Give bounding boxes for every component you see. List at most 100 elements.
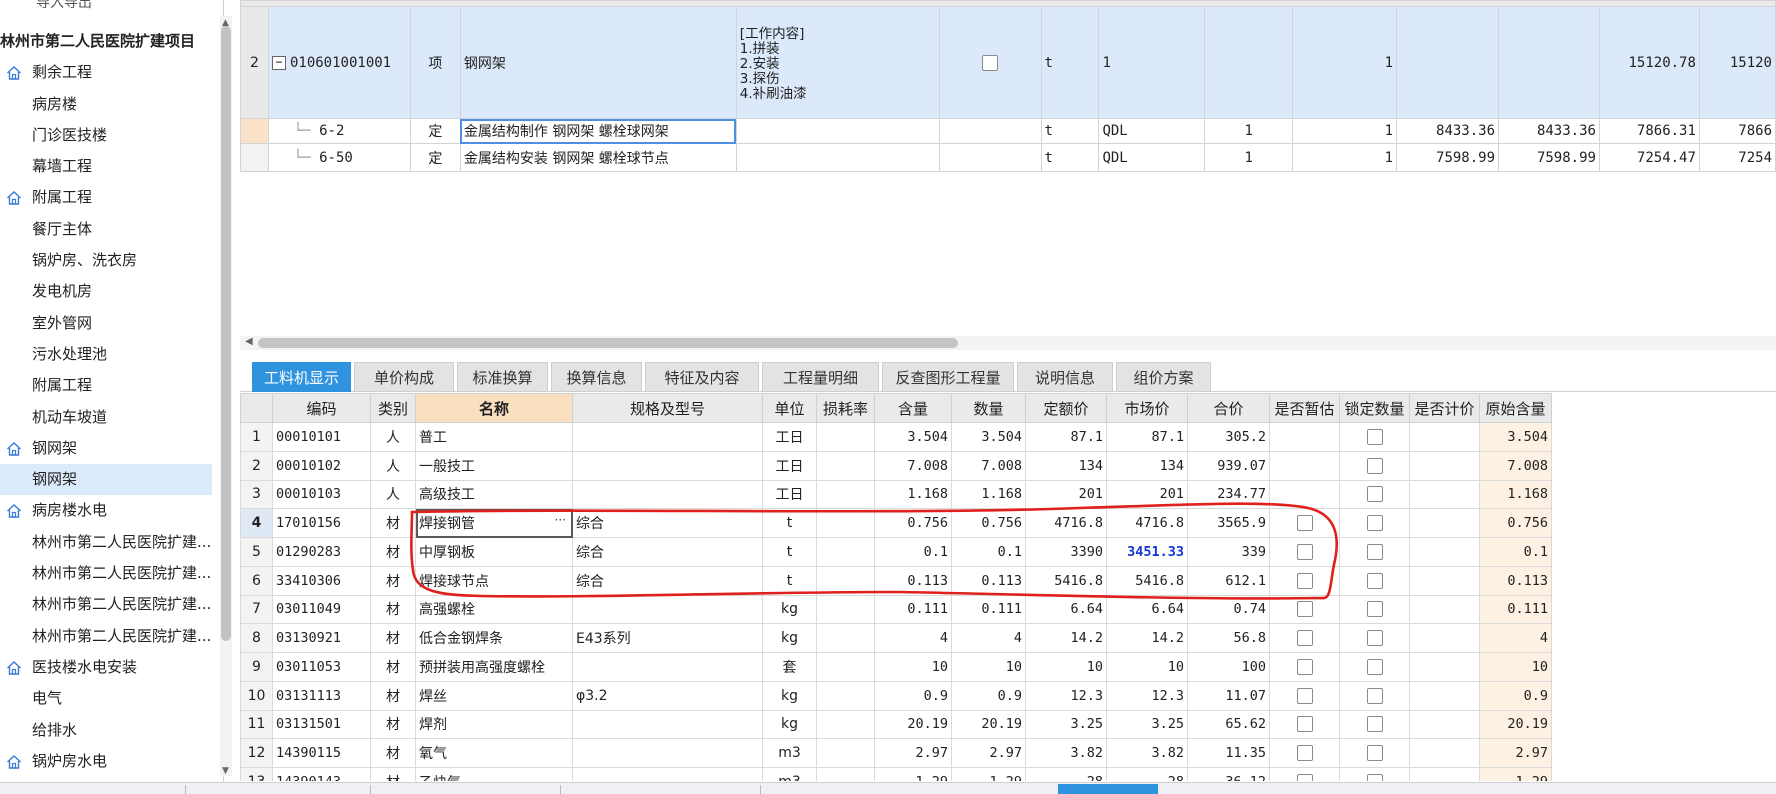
unit-cell[interactable]: 工日 [762, 450, 817, 481]
code-cell[interactable]: 17010156 [272, 508, 371, 538]
qty-cell[interactable]: 10 [951, 652, 1026, 682]
total-cell[interactable]: 939.07 [1187, 450, 1270, 481]
scrollbar-thumb[interactable] [258, 338, 958, 348]
total-cell[interactable]: 11.35 [1187, 738, 1270, 768]
column-header[interactable] [240, 393, 273, 423]
market-cell[interactable]: 3.82 [1106, 738, 1188, 768]
code-cell[interactable]: └─ 6-50 [267, 143, 411, 172]
name-cell[interactable]: 中厚钢板 [415, 537, 573, 567]
checkbox[interactable] [1366, 515, 1383, 532]
lock-checkbox-cell[interactable] [1339, 680, 1410, 711]
checkbox[interactable] [1296, 601, 1313, 618]
code-cell[interactable]: 14390143 [272, 767, 371, 781]
column-header[interactable]: 市场价 [1106, 393, 1188, 423]
estimate-checkbox-cell[interactable] [1269, 479, 1340, 510]
content-cell[interactable]: 4 [874, 623, 952, 653]
qty-cell[interactable]: 7.008 [951, 450, 1026, 481]
checkbox[interactable] [1366, 543, 1383, 560]
type-cell[interactable]: 定 [409, 143, 461, 172]
quota-cell[interactable]: 4716.8 [1025, 508, 1107, 538]
checkbox[interactable] [1366, 486, 1383, 503]
name-cell[interactable]: 氧气 [415, 738, 573, 768]
column-header[interactable]: 损耗率 [816, 393, 875, 423]
import-export-label[interactable]: 导入导出 [36, 0, 92, 12]
column-header[interactable]: 含量 [874, 393, 952, 423]
tree-item[interactable]: 林州市第二人民医院扩建... [0, 527, 212, 558]
scroll-down-icon[interactable]: ▼ [222, 766, 229, 776]
qty-expr-cell[interactable]: 1 [1098, 6, 1206, 119]
code-cell[interactable]: 03130921 [272, 623, 371, 653]
tab-7[interactable]: 说明信息 [1017, 362, 1113, 392]
content-cell[interactable]: 10 [874, 652, 952, 682]
loss-cell[interactable] [816, 508, 875, 538]
content-cell[interactable]: 2.97 [874, 738, 952, 768]
priced-cell[interactable] [1409, 422, 1480, 452]
checkbox[interactable] [1366, 457, 1383, 474]
checkbox[interactable] [1366, 630, 1383, 647]
work-content-cell[interactable] [735, 143, 940, 172]
content-cell[interactable]: 0.111 [874, 594, 952, 625]
tree-item[interactable]: 室外管网 [0, 308, 212, 339]
checkbox[interactable] [1296, 543, 1313, 560]
priced-cell[interactable] [1409, 680, 1480, 711]
tree-item[interactable]: 电气 [0, 683, 212, 714]
priced-cell[interactable] [1409, 738, 1480, 768]
name-cell[interactable]: 低合金钢焊条 [415, 623, 573, 653]
content-cell[interactable]: 0.756 [874, 508, 952, 538]
priced-cell[interactable] [1409, 594, 1480, 625]
column-header[interactable]: 定额价 [1025, 393, 1107, 423]
cat-cell[interactable]: 人 [370, 479, 416, 510]
checkbox[interactable] [1296, 658, 1313, 675]
code-cell[interactable]: 01290283 [272, 537, 371, 567]
orig-cell[interactable]: 0.1 [1479, 537, 1552, 567]
orig-cell[interactable]: 1.168 [1479, 479, 1552, 510]
orig-cell[interactable]: 0.111 [1479, 594, 1552, 625]
tree-item[interactable]: 餐厅主体 [0, 214, 212, 245]
unit-cell[interactable]: t [1040, 118, 1100, 144]
cat-cell[interactable]: 材 [370, 537, 416, 567]
table-row[interactable]: 11 03131501 材焊剂 kg 20.19 20.19 3.25 3.25 65.62 20… [240, 709, 1552, 740]
unit-cell[interactable]: 工日 [762, 479, 817, 510]
horizontal-scrollbar[interactable]: ◀ [240, 336, 1776, 350]
orig-cell[interactable]: 4 [1479, 623, 1552, 653]
quota-cell[interactable]: 10 [1025, 652, 1107, 682]
table-row[interactable]: └─ 6-50 定 金属结构安装 钢网架 螺栓球节点 t QDL 1 1 759… [240, 143, 1776, 172]
name-cell[interactable]: 高强螺栓 [415, 594, 573, 625]
unit-cell[interactable]: 套 [762, 652, 817, 682]
cat-cell[interactable]: 材 [370, 594, 416, 625]
unit-cell[interactable]: t [762, 537, 817, 567]
table-row[interactable]: 12 14390115 材氧气 m3 2.97 2.97 3.82 3.82 11.35 2.97 [240, 738, 1552, 768]
column-header[interactable]: 单位 [762, 393, 817, 423]
cat-cell[interactable]: 材 [370, 508, 416, 538]
name-cell[interactable]: 预拼装用高强度螺栓 [415, 652, 573, 682]
unit-cell[interactable]: kg [762, 623, 817, 653]
priced-cell[interactable] [1409, 537, 1480, 567]
lock-checkbox-cell[interactable] [1339, 565, 1410, 596]
quota-cell[interactable]: 28 [1025, 767, 1107, 781]
content-cell[interactable]: 7.008 [874, 450, 952, 481]
column-header[interactable]: 合价 [1187, 393, 1270, 423]
loss-cell[interactable] [816, 709, 875, 740]
table-row[interactable]: 1 00010101 人普工 工日 3.504 3.504 87.1 87.1 305.2 3.5… [240, 422, 1552, 452]
spec-cell[interactable] [572, 709, 763, 740]
qty-expr-cell[interactable]: QDL [1098, 143, 1206, 172]
estimate-checkbox-cell[interactable] [1269, 623, 1340, 653]
value-cell[interactable]: 8433.36 [1396, 118, 1500, 144]
type-cell[interactable]: 项 [409, 6, 461, 119]
tab-4[interactable]: 特征及内容 [645, 362, 759, 392]
loss-cell[interactable] [816, 652, 875, 682]
code-cell[interactable]: −010601001001 [267, 6, 411, 119]
name-cell[interactable]: 一般技工 [415, 450, 573, 481]
lock-checkbox-cell[interactable] [1339, 537, 1410, 567]
name-cell[interactable]: 乙炔气 [415, 767, 573, 781]
name-cell[interactable]: 焊丝 [415, 680, 573, 711]
tree-folder[interactable]: 附属工程 [0, 182, 220, 213]
table-row[interactable]: 3 00010103 人高级技工 工日 1.168 1.168 201 201 234.77 1.… [240, 479, 1552, 510]
name-cell[interactable]: 焊接钢管 ··· [415, 508, 573, 538]
table-row[interactable]: 7 03011049 材高强螺栓 kg 0.111 0.111 6.64 6.64 0.74 0.… [240, 594, 1552, 625]
estimate-checkbox-cell[interactable] [1269, 709, 1340, 740]
priced-cell[interactable] [1409, 652, 1480, 682]
unit-cell[interactable]: 工日 [762, 422, 817, 452]
tree-item[interactable]: 附属工程 [0, 370, 212, 401]
checkbox-cell[interactable] [938, 143, 1042, 172]
